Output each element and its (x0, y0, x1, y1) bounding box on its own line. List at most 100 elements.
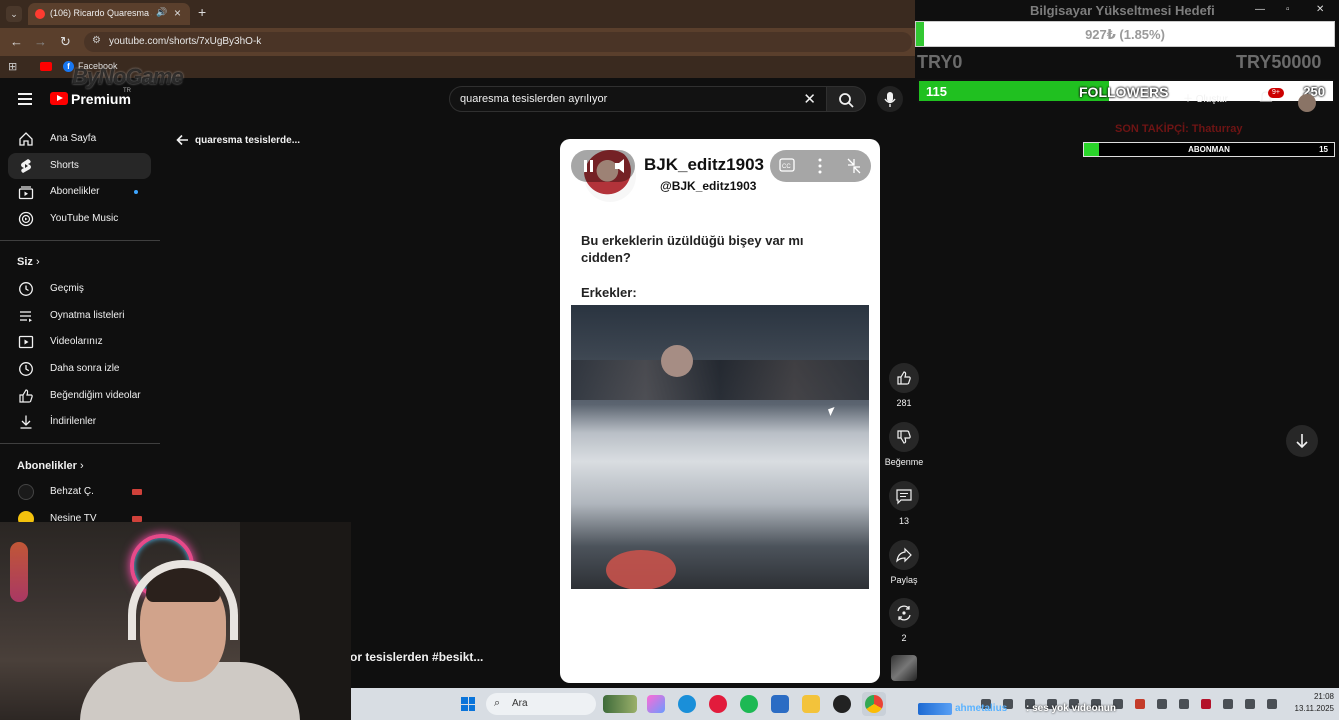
windows-taskbar: ⌕ Ara 21:08 13.11.2025 (351, 688, 1339, 720)
comments-button[interactable] (889, 481, 919, 511)
clock-time[interactable]: 21:08 (1304, 692, 1334, 701)
tray-icon[interactable] (1179, 699, 1189, 709)
sidebar-item-history[interactable]: Geçmiş (8, 276, 151, 302)
apps-grid-icon[interactable]: ⊞ (8, 60, 17, 73)
search-icon (839, 93, 854, 108)
copilot-icon[interactable] (647, 695, 665, 713)
video-person (661, 345, 693, 377)
sidebar-item-downloads[interactable]: İndirilenler (8, 409, 151, 435)
clock-date[interactable]: 13.11.2025 (1284, 704, 1334, 713)
microphone-icon[interactable] (1223, 699, 1233, 709)
donation-goal-text: 927₺ (1.85%) (1085, 27, 1165, 42)
you-heading-label: Siz (17, 256, 33, 268)
new-tab-icon[interactable]: + (198, 4, 206, 20)
sidebar-item-label: Videolarınız (50, 336, 103, 347)
remix-button[interactable] (889, 598, 919, 628)
shorts-icon (21, 159, 31, 173)
windows-start-icon[interactable] (461, 697, 475, 711)
sidebar-item-home[interactable]: Ana Sayfa (8, 126, 151, 152)
share-button[interactable] (889, 540, 919, 570)
watch-later-icon (19, 362, 33, 376)
store-icon[interactable] (771, 695, 789, 713)
address-bar: ← → ↻ ⚙ youtube.com/shorts/7xUgBy3hO-k (0, 28, 915, 56)
sidebar-item-youtube-music[interactable]: YouTube Music (8, 206, 151, 232)
search-button[interactable] (826, 86, 866, 112)
sidebar-you-heading[interactable]: Siz › (17, 256, 40, 268)
player-controls-left (571, 150, 635, 182)
back-arrow-icon[interactable] (176, 133, 190, 150)
obs-icon[interactable] (833, 695, 851, 713)
arrow-down-icon (1296, 434, 1308, 449)
taskbar-search[interactable]: ⌕ Ara (486, 693, 596, 715)
youtube-logo-text[interactable]: Premium (71, 91, 131, 107)
create-button[interactable]: ＋ Oluştur (1183, 90, 1228, 105)
sidebar-item-playlists[interactable]: Oynatma listeleri (8, 303, 151, 329)
menu-icon[interactable] (18, 93, 32, 108)
search-icon: ⌕ (494, 697, 501, 709)
wifi-icon[interactable] (1245, 699, 1255, 709)
svg-text:CC: CC (782, 164, 791, 170)
opera-icon[interactable] (709, 695, 727, 713)
search-input[interactable]: quaresma tesislerden ayrılıyor ✕ (449, 86, 827, 112)
audio-source-thumbnail[interactable] (891, 655, 917, 681)
speaker-icon[interactable]: 🔊 (156, 7, 167, 18)
widgets-icon[interactable] (603, 695, 637, 713)
file-explorer-icon[interactable] (802, 695, 820, 713)
forward-arrow-icon[interactable]: → (34, 34, 47, 49)
next-short-button[interactable] (1286, 425, 1318, 457)
back-arrow-icon[interactable]: ← (10, 34, 23, 49)
url-field[interactable]: ⚙ youtube.com/shorts/7xUgBy3hO-k (84, 32, 912, 52)
close-window-icon[interactable]: ✕ (1316, 4, 1324, 15)
spotify-icon[interactable] (740, 695, 758, 713)
downloads-icon (20, 415, 32, 429)
remix-count: 2 (901, 633, 907, 643)
channel-avatar (18, 484, 34, 500)
chat-message: ahmetalius : ses yok videonun (918, 701, 1178, 717)
short-title-hashtags[interactable]: or tesislerden #besikt... (350, 650, 483, 664)
volume-icon[interactable] (1267, 699, 1277, 709)
voice-search-button[interactable] (877, 86, 903, 112)
plus-icon: ＋ (1183, 94, 1193, 105)
dislike-label: Beğenme (884, 457, 924, 467)
sidebar-item-label: Abonelikler (50, 186, 100, 197)
subscriber-goal-label: ABONMAN (1188, 145, 1230, 154)
close-tab-icon[interactable]: × (174, 6, 181, 20)
sidebar-item-label: YouTube Music (50, 213, 119, 224)
sidebar-subscriptions-heading[interactable]: Abonelikler › (17, 460, 84, 472)
tray-icon[interactable] (1201, 699, 1211, 709)
home-icon (19, 132, 33, 146)
back-to-search-label[interactable]: quaresma tesislerde... (195, 135, 300, 146)
subscriptions-icon (18, 186, 34, 200)
chevron-right-icon: › (79, 460, 84, 472)
live-indicator-icon (132, 489, 142, 495)
sidebar-item-liked-videos[interactable]: Beğendiğim videolar (8, 383, 151, 409)
sidebar-item-your-videos[interactable]: Videolarınız (8, 329, 151, 355)
playlists-icon (20, 311, 32, 322)
youtube-bookmark-icon[interactable] (40, 62, 52, 71)
reload-icon[interactable]: ↻ (60, 34, 71, 50)
pause-icon (584, 160, 587, 172)
sidebar-item-watch-later[interactable]: Daha sonra izle (8, 356, 151, 382)
chat-badges-icon (918, 703, 952, 715)
youtube-logo-icon[interactable] (50, 92, 68, 105)
sidebar-item-subscriptions[interactable]: Abonelikler (8, 179, 151, 205)
clear-search-icon[interactable]: ✕ (803, 90, 816, 108)
tab-search-icon[interactable]: ⌄ (6, 6, 22, 22)
your-videos-icon (18, 335, 34, 349)
search-value: quaresma tesislerden ayrılıyor (460, 93, 608, 105)
dislike-button[interactable] (889, 422, 919, 452)
sidebar-item-shorts[interactable]: Shorts (8, 153, 151, 179)
chat-username: ahmetalius (955, 703, 1008, 714)
post-text: Bu erkeklerin üzüldüğü bişey var mı cidd… (581, 233, 804, 265)
browser-tab[interactable]: (106) Ricardo Quaresma ay... 🔊 × (28, 3, 190, 25)
share-icon (896, 547, 912, 563)
minimize-icon[interactable]: — (1255, 4, 1265, 15)
like-button[interactable] (889, 363, 919, 393)
remix-icon (897, 605, 911, 621)
edge-icon[interactable] (678, 695, 696, 713)
chrome-active-icon[interactable] (862, 692, 886, 716)
sidebar-sub-behzat[interactable]: Behzat Ç. (8, 479, 151, 505)
maximize-icon[interactable]: ▫ (1286, 4, 1290, 15)
account-avatar[interactable] (1298, 94, 1316, 112)
site-info-icon[interactable]: ⚙ (92, 35, 101, 46)
